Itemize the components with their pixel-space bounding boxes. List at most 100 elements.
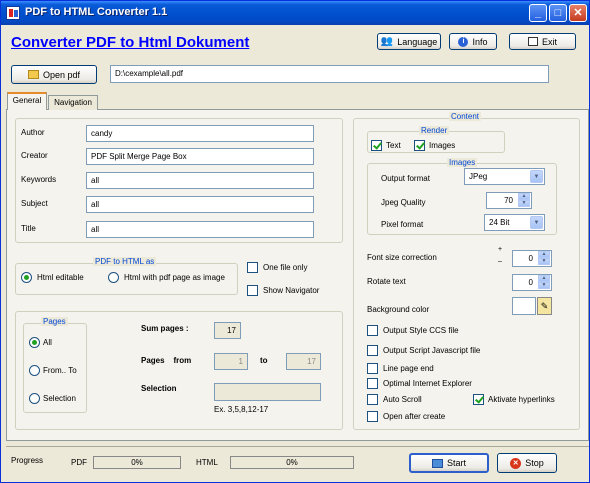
app-icon <box>6 6 20 20</box>
radio-pages-from-to[interactable] <box>29 365 40 376</box>
line-page-end-checkbox[interactable] <box>367 363 378 374</box>
spin-up-icon[interactable]: ▲ <box>518 193 530 200</box>
pages-selection-label: Selection <box>43 394 76 403</box>
hyperlinks-label: Aktivate hyperlinks <box>488 395 555 404</box>
creator-field[interactable]: PDF Split Merge Page Box <box>86 148 314 165</box>
html-image-label: Html with pdf page as image <box>124 273 225 282</box>
spin-up-icon[interactable]: ▲ <box>538 251 550 258</box>
open-pdf-label: Open pdf <box>42 69 81 80</box>
html-progress-label: HTML <box>196 458 218 467</box>
render-text-checkbox[interactable] <box>371 140 382 151</box>
rotate-text-spinner[interactable]: 0 ▲ ▼ <box>512 274 552 291</box>
author-field[interactable]: candy <box>86 125 314 142</box>
creator-label: Creator <box>21 151 48 160</box>
optimal-ie-label: Optimal Internet Explorer <box>383 379 472 388</box>
font-correction-value: 0 <box>528 254 533 263</box>
chevron-down-icon: ▼ <box>530 170 543 183</box>
render-images-checkbox[interactable] <box>414 140 425 151</box>
close-button[interactable]: ✕ <box>569 4 587 22</box>
render-text-label: Text <box>386 141 401 150</box>
start-button-label: Start <box>446 458 466 468</box>
auto-scroll-label: Auto Scroll <box>383 395 422 404</box>
language-button-label: Language <box>397 36 438 47</box>
spin-down-icon[interactable]: ▼ <box>538 282 550 289</box>
language-button[interactable]: 👥 Language <box>377 33 441 50</box>
spin-down-icon[interactable]: ▼ <box>538 258 550 265</box>
keywords-label: Keywords <box>21 175 57 184</box>
pages-from-label: Pages from <box>141 356 192 365</box>
users-icon: 👥 <box>380 36 394 47</box>
radio-pages-selection[interactable] <box>29 393 40 404</box>
open-after-create-checkbox[interactable] <box>367 411 378 422</box>
plus-sign: + <box>498 246 503 253</box>
output-js-label: Output Script Javascript file <box>383 346 481 355</box>
folder-icon <box>27 70 39 79</box>
pages-all-label: All <box>43 338 52 347</box>
title-field[interactable]: all <box>86 221 314 238</box>
subject-field[interactable]: all <box>86 196 314 213</box>
spin-up-icon[interactable]: ▲ <box>538 275 550 282</box>
pages-from-field[interactable]: 1 <box>214 353 248 370</box>
one-file-checkbox[interactable] <box>247 262 258 273</box>
pages-to-field[interactable]: 17 <box>286 353 321 370</box>
open-pdf-button[interactable]: Open pdf <box>11 65 97 84</box>
show-navigator-label: Show Navigator <box>263 286 320 295</box>
footer-divider <box>6 446 589 447</box>
output-format-label: Output format <box>381 174 430 183</box>
tab-navigation[interactable]: Navigation <box>48 95 98 110</box>
page-heading: Converter PDF to Html Dokument <box>11 34 250 51</box>
optimal-ie-checkbox[interactable] <box>367 378 378 389</box>
keywords-field[interactable]: all <box>86 172 314 189</box>
rotate-text-value: 0 <box>528 278 533 287</box>
background-color-swatch[interactable] <box>512 297 536 315</box>
output-js-checkbox[interactable] <box>367 345 378 356</box>
start-icon <box>431 458 443 468</box>
stop-button-label: Stop <box>525 458 544 468</box>
radio-html-image[interactable] <box>108 272 119 283</box>
minimize-button[interactable]: _ <box>529 4 547 22</box>
title-label: Title <box>21 224 36 233</box>
maximize-button[interactable]: □ <box>549 4 567 22</box>
output-format-value: JPeg <box>469 172 488 181</box>
pixel-format-select[interactable]: 24 Bit ▼ <box>484 214 545 231</box>
render-caption: Render <box>419 126 450 135</box>
pages-caption: Pages <box>41 317 68 326</box>
auto-scroll-checkbox[interactable] <box>367 394 378 405</box>
font-correction-spinner[interactable]: 0 ▲ ▼ <box>512 250 552 267</box>
info-button[interactable]: i Info <box>449 33 497 50</box>
output-css-checkbox[interactable] <box>367 325 378 336</box>
pdf-path-field[interactable]: D:\cexample\all.pdf <box>110 65 549 83</box>
hyperlinks-checkbox[interactable] <box>473 394 484 405</box>
pdf-progress-bar: 0% <box>93 456 181 469</box>
jpeg-quality-label: Jpeg Quality <box>381 198 426 207</box>
info-button-label: Info <box>472 36 488 47</box>
minus-sign: – <box>498 258 502 265</box>
info-icon: i <box>458 36 469 47</box>
sum-pages-value: 17 <box>214 322 241 339</box>
radio-html-editable[interactable] <box>21 272 32 283</box>
pages-from-to-label: From.. To <box>43 366 77 375</box>
radio-pages-all[interactable] <box>29 337 40 348</box>
sum-pages-label: Sum pages : <box>141 324 189 333</box>
background-color-label: Background color <box>367 305 430 314</box>
title-bar[interactable]: PDF to HTML Converter 1.1 _ □ ✕ <box>1 1 589 25</box>
jpeg-quality-spinner[interactable]: 70 ▲ ▼ <box>486 192 532 209</box>
author-label: Author <box>21 128 45 137</box>
pages-to-label: to <box>260 356 268 365</box>
tab-general[interactable]: General <box>7 92 47 110</box>
output-format-select[interactable]: JPeg ▼ <box>464 168 545 185</box>
stop-button[interactable]: ✕ Stop <box>497 453 557 473</box>
output-css-label: Output Style CCS file <box>383 326 459 335</box>
show-navigator-checkbox[interactable] <box>247 285 258 296</box>
exit-button-label: Exit <box>541 36 557 47</box>
selection-field[interactable] <box>214 383 321 401</box>
exit-button[interactable]: Exit <box>509 33 576 50</box>
color-picker-icon[interactable]: ✎ <box>537 297 552 315</box>
html-progress-bar: 0% <box>230 456 354 469</box>
font-correction-label: Font size correction <box>367 253 437 262</box>
line-page-end-label: Line page end <box>383 364 434 373</box>
spin-down-icon[interactable]: ▼ <box>518 200 530 207</box>
start-button[interactable]: Start <box>409 453 489 473</box>
open-after-create-label: Open after create <box>383 412 446 421</box>
one-file-label: One file only <box>263 263 308 272</box>
